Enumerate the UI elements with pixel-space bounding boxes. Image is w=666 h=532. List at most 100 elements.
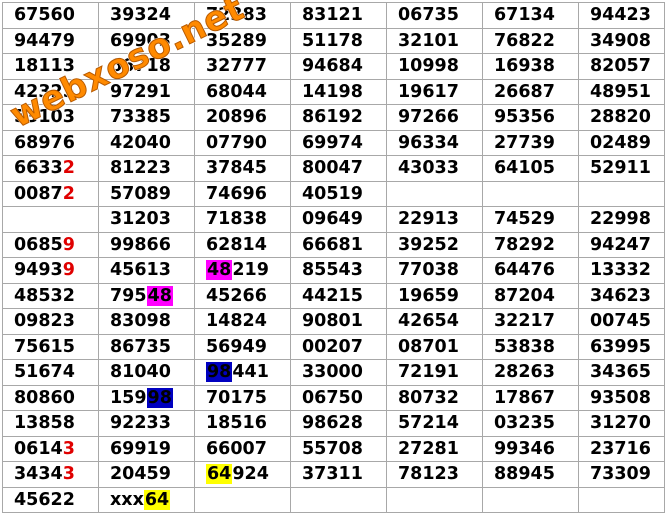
number-digits: 52911 — [590, 158, 651, 179]
table-cell: 94423 — [578, 2, 665, 29]
table-cell: 86192 — [290, 104, 387, 131]
table-row: 53103 73385 20896 86192 97266 95356 28820 — [2, 104, 665, 131]
table-cell: 72191 — [386, 359, 483, 386]
table-cell: 14824 — [194, 308, 291, 335]
table-row: 13858 92233 18516 98628 57214 03235 31270 — [2, 410, 665, 437]
table-cell: 66718 — [98, 53, 195, 80]
table-cell: 34623 — [578, 282, 665, 309]
table-cell: 08701 — [386, 333, 483, 360]
table-cell: 74696 — [194, 180, 291, 207]
table-cell: 06859 — [2, 231, 99, 258]
number-digits: 74529 — [494, 209, 555, 230]
table-cell: 53838 — [482, 333, 579, 360]
table-cell: 28820 — [578, 104, 665, 131]
table-cell: 81040 — [98, 359, 195, 386]
number-digits: 94684 — [302, 56, 363, 77]
table-cell: 06735 — [386, 2, 483, 29]
table-cell: 56949 — [194, 333, 291, 360]
number-digits: 42040 — [110, 132, 171, 153]
number-digits: 66718 — [110, 56, 171, 77]
table-row: 48532 79548 45266 44215 19659 87204 34623 — [2, 282, 665, 309]
number-digits: 48532 — [14, 285, 75, 306]
number-digits: 94247 — [590, 234, 651, 255]
table-row: 68976 42040 07790 69974 96334 27739 02489 — [2, 129, 665, 156]
table-cell: 00207 — [290, 333, 387, 360]
number-digits: 86735 — [110, 336, 171, 357]
highlighted-digits: 98 — [206, 362, 233, 383]
table-cell: 34908 — [578, 27, 665, 54]
number-digits: 18113 — [14, 56, 75, 77]
number-digits: 42654 — [398, 311, 459, 332]
table-cell: 64924 — [194, 461, 291, 488]
number-digits: 72383 — [206, 5, 267, 26]
number-digits: 80732 — [398, 387, 459, 408]
number-digits: 63995 — [590, 336, 651, 357]
table-cell — [386, 486, 483, 513]
table-cell: 18516 — [194, 410, 291, 437]
highlighted-digits: 98 — [146, 387, 173, 408]
number-digits: 80047 — [302, 158, 363, 179]
number-digits: 57214 — [398, 413, 459, 434]
number-digits: 66681 — [302, 234, 363, 255]
number-digits: 99866 — [110, 234, 171, 255]
number-digits: 22998 — [590, 209, 651, 230]
table-cell — [194, 486, 291, 513]
number-digits: 33000 — [302, 362, 363, 383]
table-cell: 71838 — [194, 206, 291, 233]
table-row: 31203 71838 09649 22913 74529 22998 — [2, 206, 665, 233]
table-row: 06859 99866 62814 66681 39252 78292 94247 — [2, 231, 665, 258]
number-digits: 219 — [232, 260, 269, 281]
number-digits: 27739 — [494, 132, 555, 153]
lottery-results-grid: 67560 39324 72383 83121 06735 67134 94423 94479… — [2, 2, 665, 513]
table-cell: 63995 — [578, 333, 665, 360]
number-digits: 68044 — [206, 81, 267, 102]
table-cell: 80860 — [2, 384, 99, 411]
table-cell: 80732 — [386, 384, 483, 411]
table-cell: 95356 — [482, 104, 579, 131]
number-digits: 95356 — [494, 107, 555, 128]
number-digits: 43033 — [398, 158, 459, 179]
number-digits: 64105 — [494, 158, 555, 179]
table-cell: 45266 — [194, 282, 291, 309]
highlighted-digits: 9 — [62, 234, 75, 255]
number-digits: 0614 — [14, 438, 63, 459]
table-cell: 97291 — [98, 78, 195, 105]
highlighted-digits: 3 — [62, 438, 75, 459]
table-cell — [578, 486, 665, 513]
table-cell: 42040 — [98, 129, 195, 156]
number-digits: 90801 — [302, 311, 363, 332]
table-cell: 55708 — [290, 435, 387, 462]
table-cell: 45613 — [98, 257, 195, 284]
table-cell: 69919 — [98, 435, 195, 462]
table-cell: 13332 — [578, 257, 665, 284]
number-digits: 74696 — [206, 183, 267, 204]
number-digits: 32217 — [494, 311, 555, 332]
table-cell: 98628 — [290, 410, 387, 437]
number-digits: 0685 — [14, 234, 63, 255]
table-cell: 69974 — [290, 129, 387, 156]
table-cell: 32217 — [482, 308, 579, 335]
table-cell: 92233 — [98, 410, 195, 437]
number-digits: 924 — [232, 464, 269, 485]
number-digits: 13332 — [590, 260, 651, 281]
table-cell: 94684 — [290, 53, 387, 80]
number-digits: 00207 — [302, 336, 363, 357]
number-digits: 42325 — [14, 81, 75, 102]
table-cell: 64476 — [482, 257, 579, 284]
table-cell: 44215 — [290, 282, 387, 309]
table-cell: 51674 — [2, 359, 99, 386]
table-cell: 78292 — [482, 231, 579, 258]
number-digits: 32777 — [206, 56, 267, 77]
number-digits: 34908 — [590, 30, 651, 51]
number-digits: 98628 — [302, 413, 363, 434]
number-digits: 93508 — [590, 387, 651, 408]
number-digits: 71838 — [206, 209, 267, 230]
number-digits: 06735 — [398, 5, 459, 26]
number-digits: 78292 — [494, 234, 555, 255]
number-digits: 795 — [110, 285, 147, 306]
number-digits: 69919 — [110, 438, 171, 459]
number-digits: 441 — [232, 362, 269, 383]
table-cell: 16938 — [482, 53, 579, 80]
highlighted-digits: 64 — [206, 464, 233, 485]
number-digits: 80860 — [14, 387, 75, 408]
